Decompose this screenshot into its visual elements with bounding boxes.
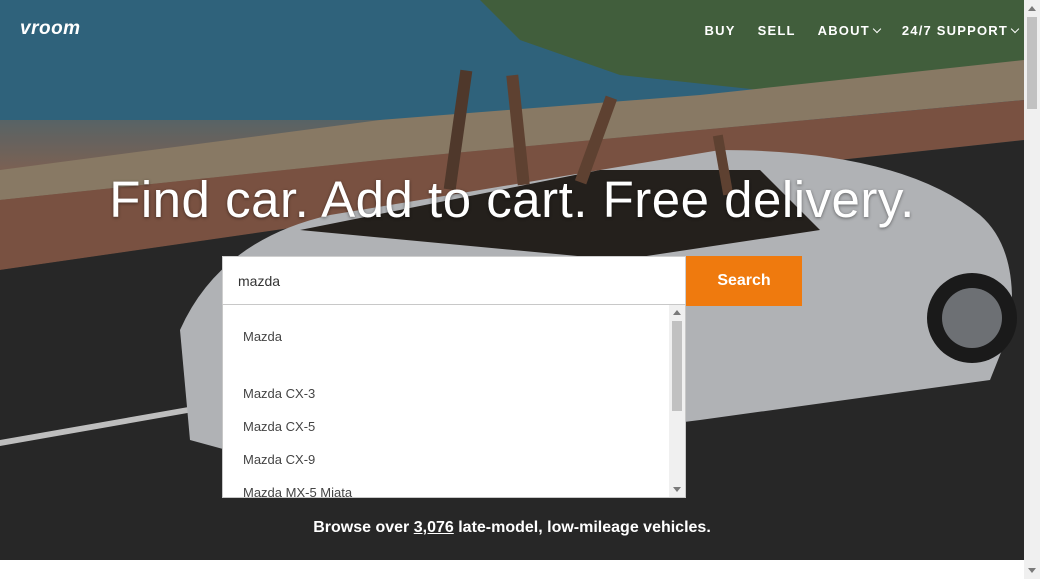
page-scroll-thumb[interactable] [1027,17,1037,109]
suggestion-mazda-cx-3[interactable]: Mazda CX-3 [243,386,315,401]
suggestion-mazda-cx-9[interactable]: Mazda CX-9 [243,452,315,467]
page-scroll-up-arrow-icon[interactable] [1028,6,1036,11]
browse-prefix: Browse over [313,519,410,536]
nav-buy[interactable]: BUY [705,23,736,38]
browse-suffix: late-model, low-mileage vehicles. [458,519,711,536]
nav-sell-label: SELL [757,23,796,38]
suggestion-mazda-mx-5-miata[interactable]: Mazda MX-5 Miata [243,485,352,497]
chevron-down-icon [1010,24,1020,34]
nav-sell[interactable]: SELL [758,23,796,38]
suggestion-mazda-cx-5[interactable]: Mazda CX-5 [243,419,315,434]
nav-buy-label: BUY [704,23,736,38]
browse-tagline: Browse over 3,076 late-model, low-mileag… [0,519,1024,537]
nav-support-label: 24/7 SUPPORT [901,23,1008,38]
scroll-down-arrow-icon[interactable] [673,487,681,492]
hero-headline: Find car. Add to cart. Free delivery. [109,171,915,228]
scroll-up-arrow-icon[interactable] [673,310,681,315]
vehicle-count-link[interactable]: 3,076 [414,519,454,536]
chevron-down-icon [872,24,882,34]
vroom-logo[interactable]: vroom [20,18,81,40]
dropdown-scrollbar[interactable] [669,305,685,497]
dropdown-scroll-thumb[interactable] [672,321,682,411]
nav-about[interactable]: ABOUT [817,23,882,38]
search-input[interactable] [222,256,686,306]
page-scrollbar[interactable] [1024,0,1040,579]
nav-support[interactable]: 24/7 SUPPORT [901,23,1020,38]
page-scroll-down-arrow-icon[interactable] [1028,568,1036,573]
search-button[interactable]: Search [686,256,802,306]
main-nav: BUY SELL ABOUT 24/7 SUPPORT [705,23,1020,38]
search-suggestions-dropdown: Mazda Mazda CX-3 Mazda CX-5 Mazda CX-9 M… [222,304,686,498]
nav-about-label: ABOUT [817,23,870,38]
suggestion-mazda[interactable]: Mazda [243,329,282,344]
